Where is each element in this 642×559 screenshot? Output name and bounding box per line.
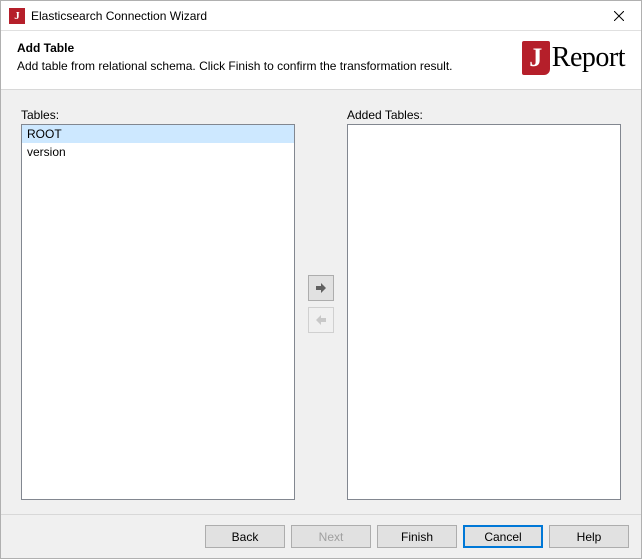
close-button[interactable] (596, 1, 641, 31)
added-tables-label: Added Tables: (347, 108, 621, 122)
close-icon (614, 11, 624, 21)
logo-text: Report (552, 42, 625, 74)
page-description: Add table from relational schema. Click … (17, 59, 522, 73)
remove-button (308, 307, 334, 333)
logo-j-icon: J (522, 41, 550, 75)
window-title: Elasticsearch Connection Wizard (31, 9, 207, 23)
help-button[interactable]: Help (549, 525, 629, 548)
tables-list[interactable]: ROOTversion (21, 124, 295, 500)
next-button: Next (291, 525, 371, 548)
arrow-left-icon (315, 314, 327, 326)
added-tables-column: Added Tables: (347, 108, 621, 500)
content-area: Tables: ROOTversion Added Tables: (1, 90, 641, 514)
header-text: Add Table Add table from relational sche… (17, 41, 522, 75)
app-icon: J (9, 8, 25, 24)
footer-buttons: Back Next Finish Cancel Help (1, 514, 641, 558)
add-button[interactable] (308, 275, 334, 301)
added-tables-list[interactable] (347, 124, 621, 500)
wizard-window: J Elasticsearch Connection Wizard Add Ta… (0, 0, 642, 559)
tables-label: Tables: (21, 108, 295, 122)
page-title: Add Table (17, 41, 522, 55)
titlebar: J Elasticsearch Connection Wizard (1, 1, 641, 31)
tables-column: Tables: ROOTversion (21, 108, 295, 500)
back-button[interactable]: Back (205, 525, 285, 548)
finish-button[interactable]: Finish (377, 525, 457, 548)
cancel-button[interactable]: Cancel (463, 525, 543, 548)
header-panel: Add Table Add table from relational sche… (1, 31, 641, 90)
transfer-buttons (305, 108, 337, 500)
arrow-right-icon (315, 282, 327, 294)
list-item[interactable]: version (22, 143, 294, 161)
jreport-logo: J Report (522, 41, 625, 75)
list-item[interactable]: ROOT (22, 125, 294, 143)
